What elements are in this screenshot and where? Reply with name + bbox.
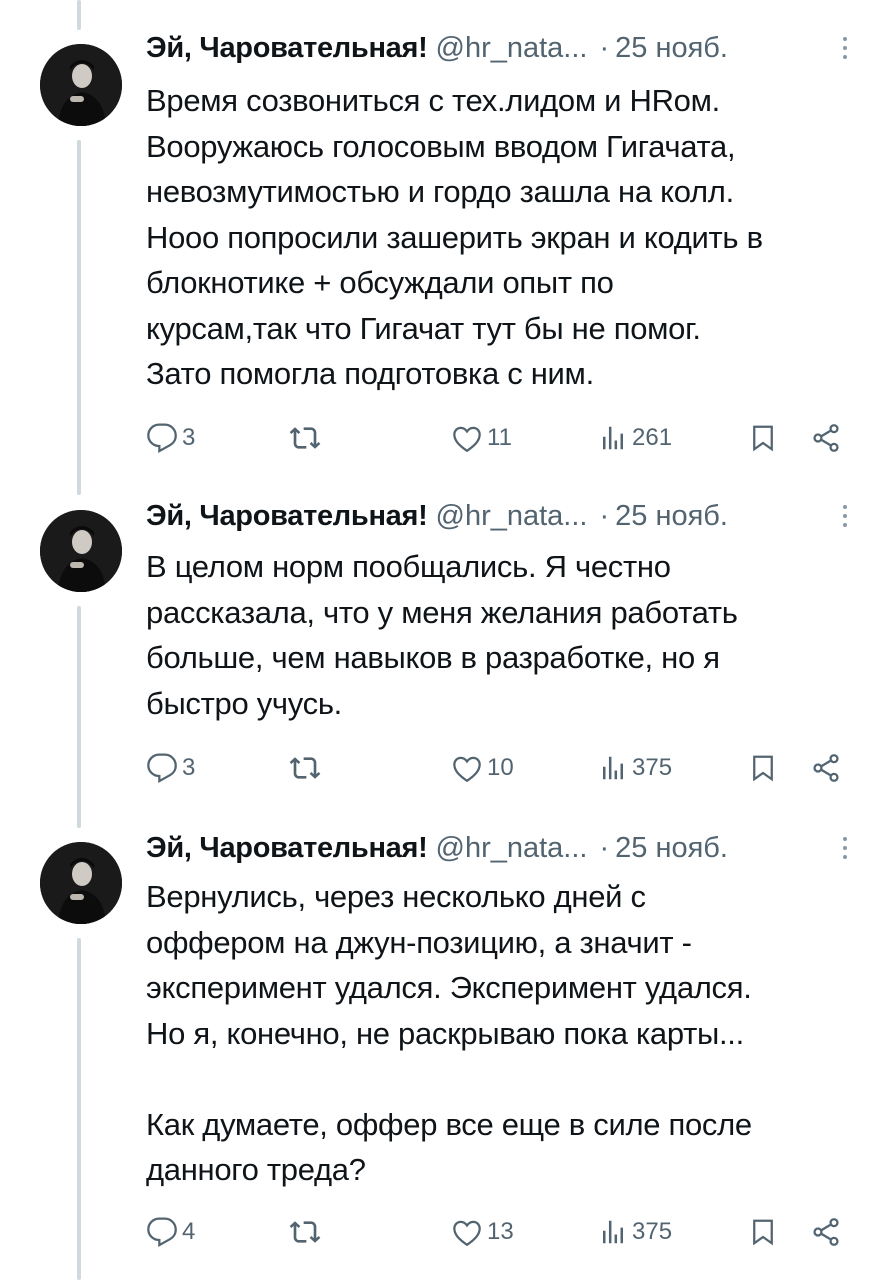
like-button[interactable]: 11: [451, 422, 512, 454]
share-button[interactable]: [810, 1216, 842, 1248]
tweet-text: В целом норм пообщались. Я честно расска…: [146, 549, 738, 721]
views-icon: [603, 426, 623, 450]
views-count: 375: [632, 754, 673, 781]
views-button[interactable]: 375: [598, 752, 672, 784]
more-icon[interactable]: [839, 505, 851, 527]
bookmark-icon: [753, 1219, 773, 1246]
avatar-image: [40, 510, 122, 592]
retweet-icon: [289, 1221, 321, 1243]
separator: ·: [599, 499, 610, 532]
author-name[interactable]: Эй, Чаровательная!: [146, 32, 428, 65]
retweet-icon: [289, 427, 321, 449]
author-handle[interactable]: @hr_nata...: [436, 832, 588, 865]
avatar-image: [40, 44, 122, 126]
reply-icon: [147, 753, 177, 783]
share-icon: [813, 754, 839, 782]
like-count: 13: [487, 1218, 514, 1245]
heart-icon: [453, 756, 481, 783]
bookmark-icon: [753, 755, 773, 782]
tweet-header: Эй, Чаровательная! @hr_nata... · 25 нояб…: [146, 28, 851, 68]
more-icon[interactable]: [839, 837, 851, 859]
tweet-date[interactable]: 25 нояб.: [615, 32, 728, 65]
tweet-header: Эй, Чаровательная! @hr_nata... · 25 нояб…: [146, 496, 851, 536]
heart-icon: [453, 426, 481, 453]
avatar[interactable]: [40, 842, 122, 924]
separator: ·: [599, 831, 610, 864]
tweet-date[interactable]: 25 нояб.: [615, 832, 728, 865]
like-button[interactable]: 10: [451, 752, 514, 784]
tweet-header: Эй, Чаровательная! @hr_nata... · 25 нояб…: [146, 828, 851, 868]
reply-count: 3: [182, 754, 196, 781]
like-count: 11: [487, 424, 512, 451]
author-handle[interactable]: @hr_nata...: [436, 32, 588, 65]
reply-count: 4: [182, 1218, 196, 1245]
retweet-icon: [289, 757, 321, 779]
tweet-text: Вернулись, через несколько дней с офферо…: [146, 879, 752, 1187]
views-button[interactable]: 375: [598, 1216, 672, 1248]
share-button[interactable]: [810, 752, 842, 784]
avatar[interactable]: [40, 44, 122, 126]
bookmark-button[interactable]: [748, 751, 778, 785]
share-icon: [813, 424, 839, 452]
like-button[interactable]: 13: [451, 1216, 514, 1248]
bookmark-button[interactable]: [748, 1215, 778, 1249]
avatar-image: [40, 842, 122, 924]
views-count: 375: [632, 1218, 673, 1245]
avatar[interactable]: [40, 510, 122, 592]
author-name[interactable]: Эй, Чаровательная!: [146, 832, 428, 865]
reply-count: 3: [182, 424, 196, 451]
more-icon[interactable]: [839, 37, 851, 59]
heart-icon: [453, 1220, 481, 1247]
tweet-actions: 4 13 375: [146, 1212, 846, 1252]
views-button[interactable]: 261: [598, 422, 672, 454]
bookmark-icon: [753, 425, 773, 452]
thread-line-3: [77, 938, 81, 1280]
reply-button[interactable]: 3: [146, 752, 195, 784]
share-icon: [813, 1218, 839, 1246]
reply-button[interactable]: 4: [146, 1216, 195, 1248]
bookmark-button[interactable]: [748, 421, 778, 455]
retweet-button[interactable]: [288, 752, 326, 784]
reply-icon: [147, 423, 177, 453]
tweet-actions: 3 10 375: [146, 748, 846, 788]
like-count: 10: [487, 754, 514, 781]
share-button[interactable]: [810, 422, 842, 454]
tweet-text: Время созвониться с тех.лидом и HRом. Во…: [146, 83, 763, 391]
tweet-actions: 3 11 261: [146, 418, 846, 458]
views-count: 261: [632, 424, 673, 451]
separator: ·: [599, 31, 610, 64]
reply-button[interactable]: 3: [146, 422, 195, 454]
author-handle[interactable]: @hr_nata...: [436, 500, 588, 533]
views-icon: [603, 756, 623, 780]
retweet-button[interactable]: [288, 1216, 326, 1248]
retweet-button[interactable]: [288, 422, 326, 454]
author-name[interactable]: Эй, Чаровательная!: [146, 500, 428, 533]
thread-line-2: [77, 606, 81, 828]
reply-icon: [147, 1217, 177, 1247]
tweet-date[interactable]: 25 нояб.: [615, 500, 728, 533]
views-icon: [603, 1220, 623, 1244]
thread-line-top: [77, 0, 81, 30]
thread-line-1: [77, 140, 81, 495]
